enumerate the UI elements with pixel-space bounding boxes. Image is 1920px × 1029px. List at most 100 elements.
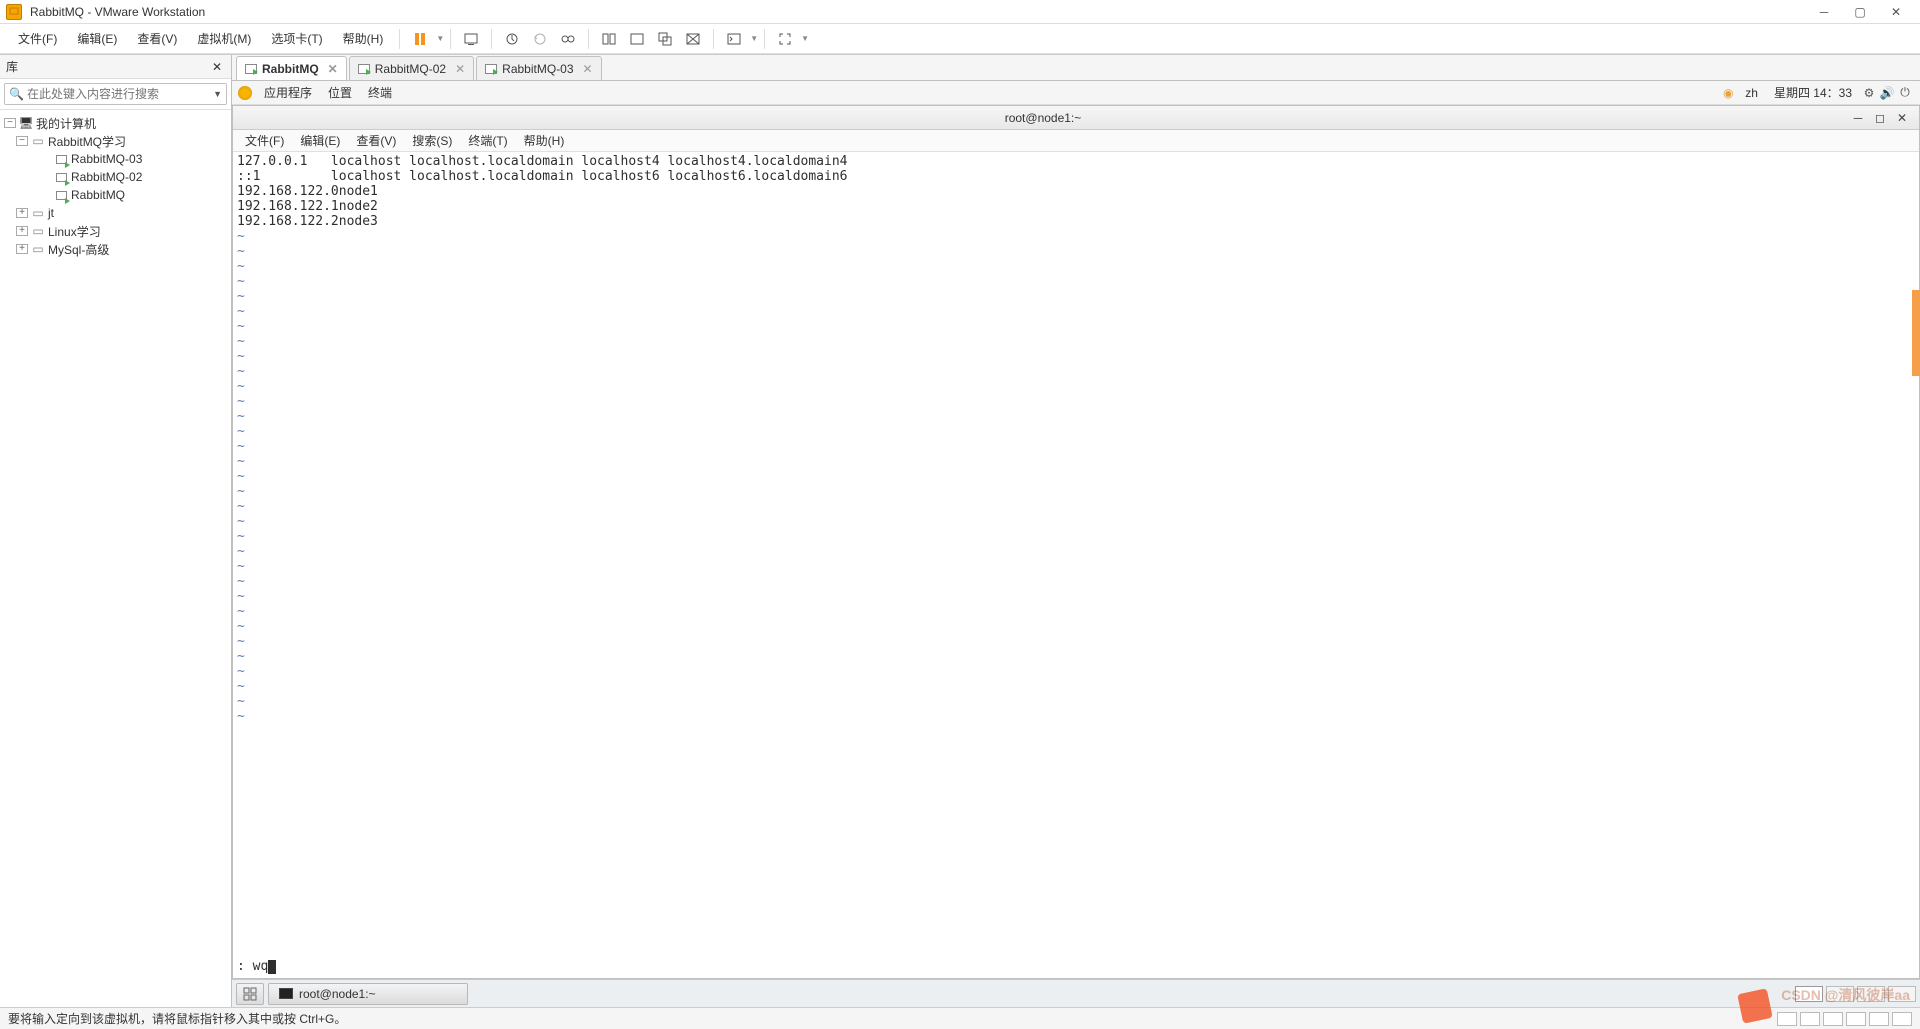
menu-help[interactable]: 帮助(H)	[333, 26, 394, 51]
terminal-icon-button[interactable]	[720, 26, 748, 52]
device-icon[interactable]	[1846, 1012, 1866, 1026]
window-title-bar: RabbitMQ - VMware Workstation ─ ▢ ✕	[0, 0, 1920, 24]
term-minimize-button[interactable]: ─	[1847, 111, 1869, 125]
workspace-2[interactable]	[1826, 986, 1854, 1002]
volume-icon[interactable]: 🔊	[1878, 86, 1896, 100]
snapshot-revert-button[interactable]	[526, 26, 554, 52]
network-icon[interactable]: ⚙	[1860, 86, 1878, 100]
gnome-applications[interactable]: 应用程序	[256, 84, 320, 101]
view-unity-button[interactable]	[651, 26, 679, 52]
notification-icon[interactable]: ◉	[1719, 86, 1737, 100]
terminal-body[interactable]: 127.0.0.1 localhost localhost.localdomai…	[233, 152, 1919, 978]
terminal-dropdown[interactable]: ▼	[750, 34, 758, 43]
vm-running-icon	[54, 170, 68, 184]
pause-button[interactable]	[406, 26, 434, 52]
tab-close-icon[interactable]: ✕	[583, 62, 593, 76]
expand-icon[interactable]: +	[16, 244, 28, 254]
collapse-icon[interactable]: −	[16, 136, 28, 146]
device-icon[interactable]	[1892, 1012, 1912, 1026]
collapse-icon[interactable]: −	[4, 118, 16, 128]
tree-folder[interactable]: + ▭ MySql-高级	[2, 240, 229, 258]
window-title: RabbitMQ - VMware Workstation	[30, 5, 1806, 19]
expand-icon[interactable]: +	[16, 208, 28, 218]
tree-root-label: 我的计算机	[36, 115, 96, 132]
gnome-lang[interactable]: zh	[1737, 86, 1766, 100]
show-desktop-button[interactable]	[236, 983, 264, 1005]
device-icon[interactable]	[1800, 1012, 1820, 1026]
vm-desktop[interactable]: 应用程序 位置 终端 ◉ zh 星期四 14：33 ⚙ 🔊 ⏻ root@nod…	[232, 81, 1920, 1007]
maximize-button[interactable]: ▢	[1842, 1, 1878, 23]
device-icon[interactable]	[1869, 1012, 1889, 1026]
term-menu-help[interactable]: 帮助(H)	[516, 132, 573, 149]
term-close-button[interactable]: ✕	[1891, 111, 1913, 125]
expand-icon[interactable]: +	[16, 226, 28, 236]
send-ctrl-alt-del-button[interactable]	[457, 26, 485, 52]
menu-file[interactable]: 文件(F)	[8, 26, 67, 51]
vm-running-icon	[54, 188, 68, 202]
gnome-places[interactable]: 位置	[320, 84, 360, 101]
minimize-button[interactable]: ─	[1806, 1, 1842, 23]
tree-vm[interactable]: RabbitMQ-03	[2, 150, 229, 168]
vm-tab[interactable]: RabbitMQ ✕	[236, 56, 347, 80]
view-sidebyside-button[interactable]	[595, 26, 623, 52]
vmware-logo-icon	[6, 4, 22, 20]
view-console-button[interactable]	[679, 26, 707, 52]
fullscreen-dropdown[interactable]: ▼	[801, 34, 809, 43]
tab-close-icon[interactable]: ✕	[455, 62, 465, 76]
view-single-button[interactable]	[623, 26, 651, 52]
terminal-menubar: 文件(F) 编辑(E) 查看(V) 搜索(S) 终端(T) 帮助(H)	[233, 130, 1919, 152]
status-devices	[1777, 1012, 1912, 1026]
term-menu-search[interactable]: 搜索(S)	[404, 132, 460, 149]
device-icon[interactable]	[1823, 1012, 1843, 1026]
tree-vm[interactable]: RabbitMQ	[2, 186, 229, 204]
terminal-titlebar[interactable]: root@node1:~ ─ ◻ ✕	[233, 106, 1919, 130]
tree-folder[interactable]: + ▭ jt	[2, 204, 229, 222]
separator	[491, 29, 492, 49]
term-menu-terminal[interactable]: 终端(T)	[460, 132, 515, 149]
term-menu-file[interactable]: 文件(F)	[237, 132, 292, 149]
menu-vm[interactable]: 虚拟机(M)	[187, 26, 261, 51]
fullscreen-button[interactable]	[771, 26, 799, 52]
snapshot-button[interactable]	[498, 26, 526, 52]
search-input[interactable]	[23, 87, 213, 101]
menu-bar: 文件(F) 编辑(E) 查看(V) 虚拟机(M) 选项卡(T) 帮助(H) ▼ …	[0, 24, 1920, 54]
taskbar-item[interactable]: root@node1:~	[268, 983, 468, 1005]
library-close-button[interactable]: ✕	[209, 60, 225, 74]
vm-tab[interactable]: RabbitMQ-03 ✕	[476, 56, 601, 80]
workspace-1[interactable]	[1795, 986, 1823, 1002]
tree-folder[interactable]: − ▭ RabbitMQ学习	[2, 132, 229, 150]
menu-view[interactable]: 查看(V)	[127, 26, 187, 51]
tree-root[interactable]: − 🖥 我的计算机	[2, 114, 229, 132]
search-dropdown-icon[interactable]: ▼	[213, 89, 222, 99]
folder-icon: ▭	[31, 206, 45, 220]
vm-running-icon	[485, 64, 497, 74]
menu-edit[interactable]: 编辑(E)	[67, 26, 127, 51]
library-sidebar: 库 ✕ 🔍 ▼ − 🖥 我的计算机 − ▭ RabbitMQ学习	[0, 55, 232, 1007]
workspace-4[interactable]	[1888, 986, 1916, 1002]
activities-icon[interactable]	[238, 86, 252, 100]
workspace-3[interactable]	[1857, 986, 1885, 1002]
separator	[588, 29, 589, 49]
tree-vm-label: RabbitMQ	[71, 188, 125, 202]
snapshot-manager-button[interactable]	[554, 26, 582, 52]
term-menu-edit[interactable]: 编辑(E)	[292, 132, 348, 149]
menu-tabs[interactable]: 选项卡(T)	[261, 26, 332, 51]
device-icon[interactable]	[1777, 1012, 1797, 1026]
separator	[713, 29, 714, 49]
vm-running-icon	[358, 64, 370, 74]
tree-vm[interactable]: RabbitMQ-02	[2, 168, 229, 186]
power-dropdown[interactable]: ▼	[436, 34, 444, 43]
tab-close-icon[interactable]: ✕	[328, 62, 338, 76]
search-box[interactable]: 🔍 ▼	[4, 83, 227, 105]
power-icon[interactable]: ⏻	[1896, 85, 1914, 100]
close-button[interactable]: ✕	[1878, 1, 1914, 23]
tree-folder[interactable]: + ▭ Linux学习	[2, 222, 229, 240]
vm-tab[interactable]: RabbitMQ-02 ✕	[349, 56, 474, 80]
gnome-terminal[interactable]: 终端	[360, 84, 400, 101]
scroll-indicator	[1912, 290, 1920, 376]
computer-icon: 🖥	[19, 116, 33, 130]
term-maximize-button[interactable]: ◻	[1869, 111, 1891, 125]
gnome-clock: 星期四 14：33	[1766, 84, 1860, 101]
folder-icon: ▭	[31, 134, 45, 148]
term-menu-view[interactable]: 查看(V)	[348, 132, 404, 149]
